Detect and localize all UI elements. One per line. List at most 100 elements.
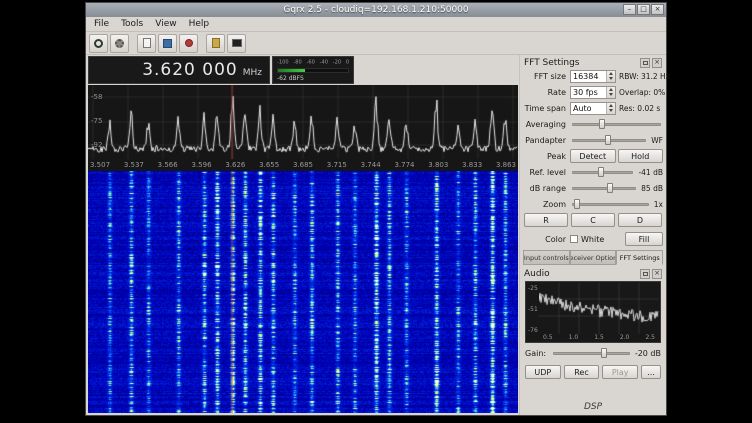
minimize-button[interactable]: –	[623, 4, 636, 15]
menu-help[interactable]: Help	[183, 18, 216, 30]
white-checkbox[interactable]	[570, 235, 578, 243]
float-icon[interactable]	[640, 58, 650, 68]
save-icon	[163, 39, 172, 48]
spectrum-canvas[interactable]	[88, 85, 518, 159]
fft-settings-panel: FFT size 16384 RBW: 31.2 Hz Rate 30 fps	[523, 69, 663, 246]
peak-detect-button[interactable]: Detect	[570, 149, 616, 163]
configure-io-button[interactable]	[110, 34, 129, 53]
tab-fft-settings[interactable]: FFT Settings	[616, 250, 663, 265]
menubar: File Tools View Help	[86, 17, 666, 32]
audio-dock-title[interactable]: Audio ×	[523, 267, 663, 280]
audio-freq-tick: 1.0	[569, 334, 579, 341]
start-dsp-button[interactable]	[89, 34, 108, 53]
audio-spectrum-canvas[interactable]	[539, 283, 659, 334]
udp-button[interactable]: UDP	[525, 365, 561, 379]
freq-tick: 3.685	[293, 161, 313, 169]
frequency-value[interactable]: 3.620 000	[142, 60, 238, 80]
load-settings-button[interactable]	[137, 34, 156, 53]
freq-tick: 3.833	[462, 161, 482, 169]
peak-hold-button[interactable]: Hold	[618, 149, 664, 163]
freq-tick: 3.803	[428, 161, 448, 169]
rcd-row: R C D	[523, 213, 663, 227]
freq-tick: 3.507	[90, 161, 110, 169]
peak-label: Peak	[523, 152, 570, 161]
time-span-label: Time span	[523, 104, 570, 113]
frequency-display[interactable]: 3.620 000 MHz	[88, 56, 270, 84]
window-controls: – □ ×	[623, 4, 664, 15]
freq-tick: 3.537	[124, 161, 144, 169]
fft-size-select[interactable]: 16384	[570, 70, 616, 83]
freq-tick: 3.863	[496, 161, 516, 169]
time-span-select[interactable]: Auto	[570, 102, 616, 115]
spinner-arrows-icon[interactable]	[606, 103, 615, 114]
white-checkbox-label: White	[581, 235, 604, 244]
spinner-arrows-icon[interactable]	[606, 87, 615, 98]
maximize-button[interactable]: □	[637, 4, 650, 15]
iq-record-button[interactable]	[179, 34, 198, 53]
main-content: 3.620 000 MHz -100 -80 -60 -40 -20 0	[86, 55, 666, 415]
spectrum-db-label: -75	[91, 117, 102, 125]
close-icon[interactable]: ×	[652, 58, 662, 68]
save-settings-button[interactable]	[158, 34, 177, 53]
zoom-row: Zoom 1x	[523, 197, 663, 211]
bookmarks-button[interactable]	[206, 34, 225, 53]
menu-file[interactable]: File	[88, 18, 115, 30]
reset-button[interactable]: R	[524, 213, 568, 227]
tab-receiver-options[interactable]: Receiver Options	[570, 250, 617, 265]
audio-dock: Audio × -25 -51 -76 0.5 1.0 1.5	[523, 267, 663, 413]
fullscreen-button[interactable]	[227, 34, 246, 53]
bookmark-icon	[212, 38, 220, 48]
fft-rate-select[interactable]: 30 fps	[570, 86, 616, 99]
gain-value: -20 dB	[635, 349, 661, 358]
audio-freq-tick: 1.5	[594, 334, 604, 341]
fft-size-row: FFT size 16384 RBW: 31.2 Hz	[523, 69, 663, 83]
averaging-row: Averaging	[523, 117, 663, 131]
waterfall-canvas[interactable]	[88, 171, 518, 413]
document-icon	[143, 38, 151, 48]
averaging-label: Averaging	[523, 120, 570, 129]
spectrum-db-label: -58	[91, 93, 102, 101]
float-icon[interactable]	[640, 269, 650, 279]
demod-button[interactable]: D	[618, 213, 662, 227]
record-icon	[185, 39, 193, 47]
pandapter-label: Pandapter	[523, 136, 570, 145]
freq-tick: 3.655	[259, 161, 279, 169]
menu-view[interactable]: View	[149, 18, 182, 30]
center-button[interactable]: C	[571, 213, 615, 227]
fft-rate-value: 30 fps	[571, 87, 606, 98]
ref-level-row: Ref. level -41 dB	[523, 165, 663, 179]
more-button[interactable]: ...	[641, 365, 661, 379]
pandapter-split-slider[interactable]	[572, 135, 646, 146]
rec-button[interactable]: Rec	[564, 365, 600, 379]
audio-db-label: -25	[528, 285, 538, 292]
fft-size-label: FFT size	[523, 72, 570, 81]
zoom-slider[interactable]	[572, 199, 649, 210]
gain-label: Gain:	[525, 349, 551, 358]
zoom-label: Zoom	[523, 200, 570, 209]
dsp-status-label: DSP	[523, 400, 663, 413]
meter-tick: -60	[307, 59, 315, 65]
res-info: Res: 0.02 s	[619, 104, 660, 113]
ref-level-value: -41 dB	[638, 168, 663, 177]
db-range-value: 85 dB	[641, 184, 663, 193]
play-button[interactable]: Play	[602, 365, 638, 379]
averaging-slider[interactable]	[572, 119, 661, 130]
ref-level-slider[interactable]	[572, 167, 633, 178]
fill-button[interactable]: Fill	[625, 232, 663, 246]
meter-tick: -20	[333, 59, 341, 65]
close-icon[interactable]: ×	[652, 269, 662, 279]
freq-tick: 3.566	[158, 161, 178, 169]
spinner-arrows-icon[interactable]	[606, 71, 615, 82]
audio-buttons: UDP Rec Play ...	[525, 365, 661, 379]
db-range-slider[interactable]	[572, 183, 636, 194]
audio-freq-tick: 0.5	[543, 334, 553, 341]
fft-settings-dock-title[interactable]: FFT Settings ×	[523, 56, 663, 69]
gain-slider[interactable]	[553, 348, 630, 359]
db-range-row: dB range 85 dB	[523, 181, 663, 195]
tab-input-controls[interactable]: Input controls	[523, 250, 570, 265]
titlebar[interactable]: Gqrx 2.5 - cloudiq=192.168.1.210:50000 –…	[86, 3, 666, 17]
menu-tools[interactable]: Tools	[115, 18, 149, 30]
plot-column: 3.620 000 MHz -100 -80 -60 -40 -20 0	[86, 55, 519, 415]
close-button[interactable]: ×	[651, 4, 664, 15]
signal-meter: -100 -80 -60 -40 -20 0 -62 dBFS	[272, 56, 354, 84]
